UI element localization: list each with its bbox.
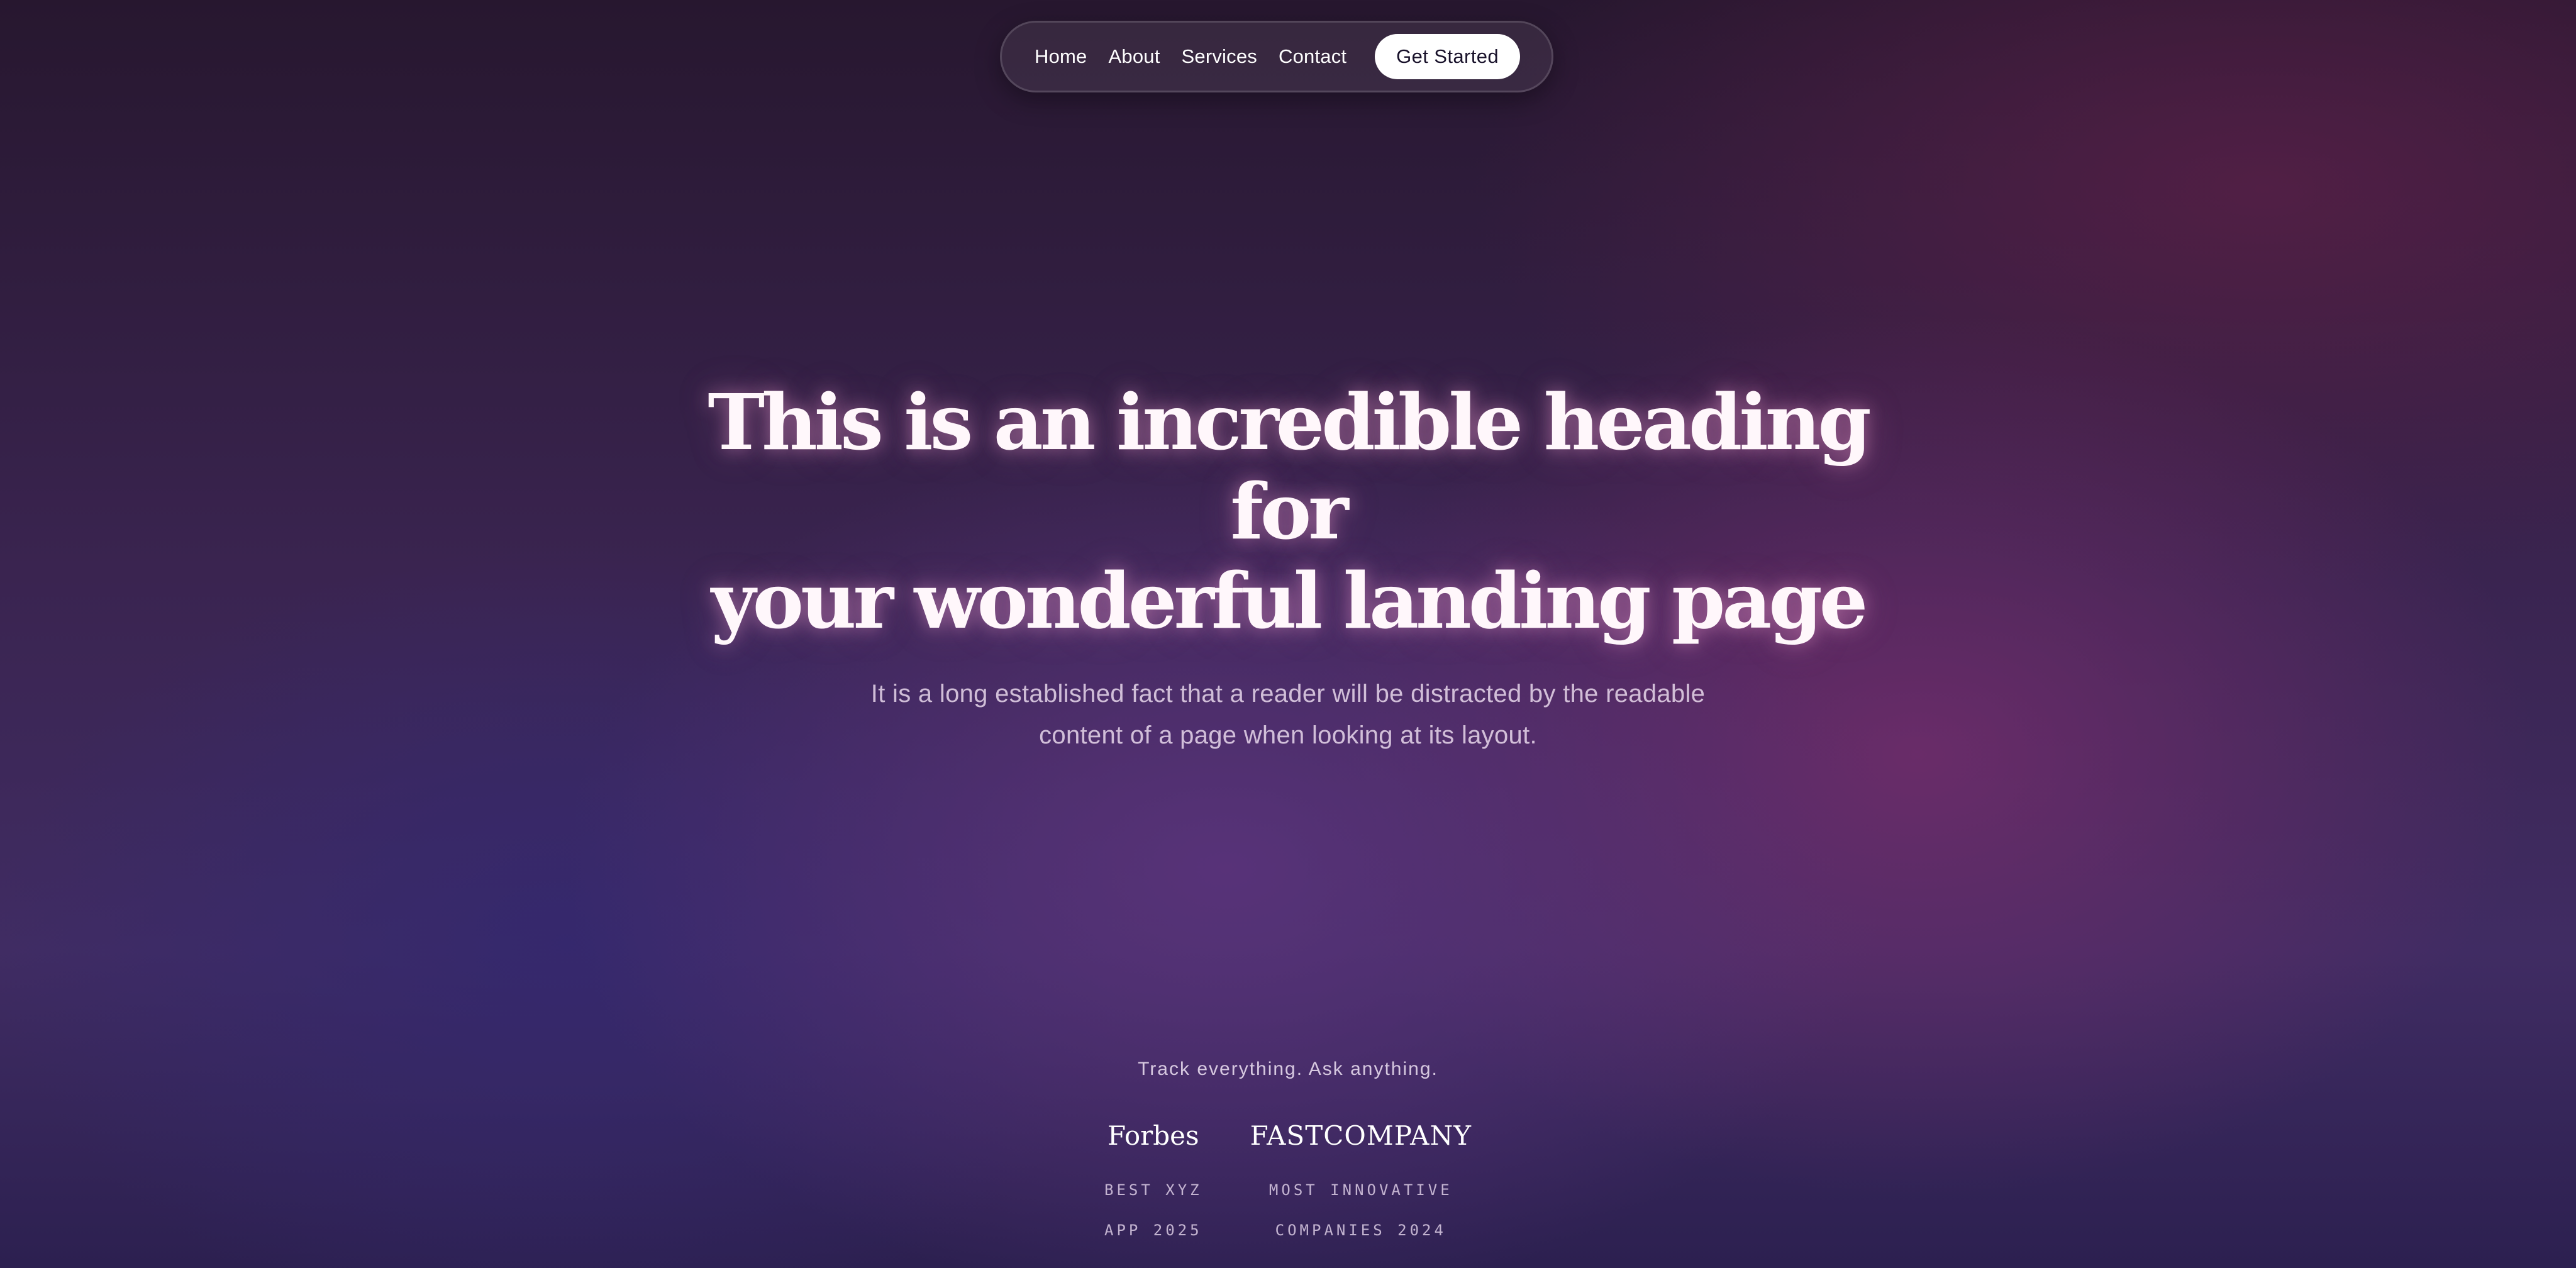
press-caption-line-2: APP 2025: [1104, 1221, 1202, 1239]
nav-links: Home About Services Contact: [1035, 45, 1346, 68]
hero-subheading-line-1: It is a long established fact that a rea…: [870, 680, 1706, 708]
nav-link-about[interactable]: About: [1109, 45, 1160, 68]
nav-link-services[interactable]: Services: [1182, 45, 1257, 68]
hero-subheading-line-2: content of a page when looking at its la…: [1039, 721, 1537, 749]
nav-link-contact[interactable]: Contact: [1279, 45, 1346, 68]
press-caption: MOST INNOVATIVE COMPANIES 2024: [1250, 1160, 1472, 1240]
press-logos: Forbes BEST XYZ APP 2025 FASTCOMPANY MOS…: [0, 1120, 2576, 1240]
press-caption: BEST XYZ APP 2025: [1104, 1160, 1202, 1240]
hero-subheading: It is a long established fact that a rea…: [823, 673, 1753, 756]
press-caption-line-1: MOST INNOVATIVE: [1269, 1181, 1453, 1199]
hero-section: This is an incredible heading for your w…: [0, 377, 2576, 756]
press-caption-line-2: COMPANIES 2024: [1275, 1221, 1446, 1239]
tagline: Track everything. Ask anything.: [1138, 1059, 1438, 1079]
fastcompany-logo: FASTCOMPANY: [1250, 1120, 1472, 1151]
forbes-logo: Forbes: [1108, 1120, 1199, 1151]
press-caption-line-1: BEST XYZ: [1104, 1181, 1202, 1199]
hero-heading-line-2: your wonderful landing page: [711, 555, 1868, 646]
nav-link-home[interactable]: Home: [1035, 45, 1087, 68]
top-nav: Home About Services Contact Get Started: [1000, 21, 1553, 92]
hero-heading-line-1: This is an incredible heading for: [708, 377, 1871, 557]
press-item-fastcompany: FASTCOMPANY MOST INNOVATIVE COMPANIES 20…: [1250, 1120, 1472, 1240]
get-started-button[interactable]: Get Started: [1375, 34, 1520, 79]
hero-heading: This is an incredible heading for your w…: [659, 377, 1917, 645]
press-item-forbes: Forbes BEST XYZ APP 2025: [1104, 1120, 1202, 1240]
